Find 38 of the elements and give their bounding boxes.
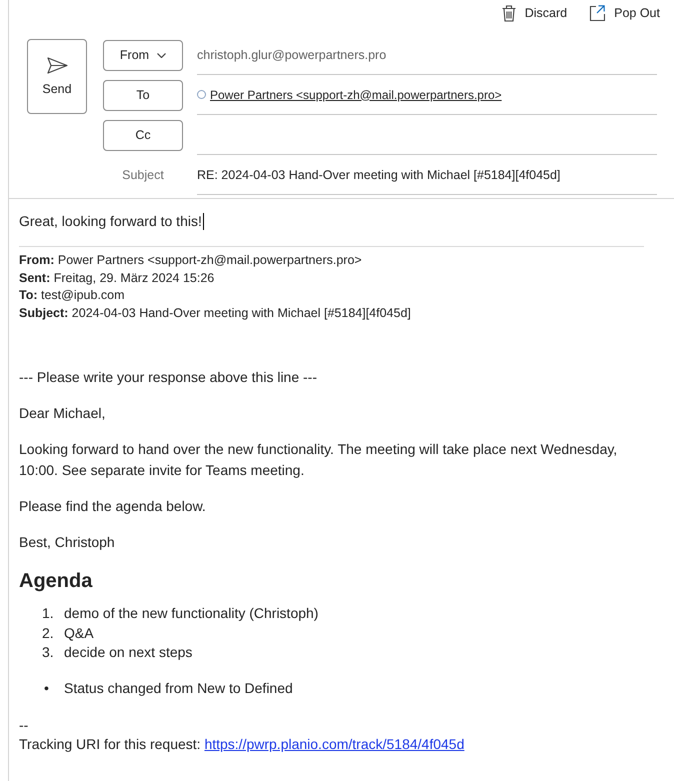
subject-label: Subject (122, 168, 164, 182)
quoted-header-line: Sent: Freitag, 29. März 2024 15:26 (19, 270, 216, 287)
body-paragraph: Looking forward to hand over the new functionality. The meeting will take place next Wednesday, 10:00. See separate invite for Teams meeting. (19, 440, 618, 480)
body-paragraph: Please find the agenda below. (19, 497, 207, 516)
text-cursor-icon (202, 212, 204, 230)
from-button[interactable]: From (103, 40, 183, 70)
from-address: christoph.glur@powerpartners.pro (197, 48, 386, 62)
signature-separator: -- (19, 716, 30, 735)
list-number: 3. (41, 643, 55, 662)
quoted-header-line: From: Power Partners <support-zh@mail.powerpartners.pro> (19, 252, 363, 269)
to-button[interactable]: To (103, 80, 183, 110)
tracking-label: Tracking URI for this request: (19, 736, 201, 752)
reply-text: Great, looking forward to this! (19, 213, 202, 229)
list-item-text: decide on next steps (64, 643, 192, 662)
discard-button[interactable]: Discard (502, 4, 568, 22)
bullet-marker: • (43, 678, 50, 698)
list-item-text: Q&A (64, 624, 94, 643)
agenda-heading: Agenda (19, 569, 94, 594)
body-paragraph: --- Please write your response above this line --- (19, 368, 318, 387)
quoted-header-line: Subject: 2024-04-03 Hand-Over meeting with Michael [#5184][4f045d] (19, 304, 412, 322)
cc-button[interactable]: Cc (103, 120, 183, 150)
chevron-down-icon (157, 52, 166, 58)
circle-icon (197, 90, 206, 99)
quoted-header-line: To: test@ipub.com (19, 287, 126, 304)
pop-out-button[interactable]: Pop Out (589, 5, 660, 21)
send-button[interactable]: Send (27, 39, 87, 114)
body-paragraph: Dear Michael, (19, 404, 106, 423)
pop-out-icon (589, 5, 606, 21)
list-number: 2. (41, 624, 55, 642)
list-item-text: demo of the new functionality (Christoph) (64, 604, 318, 623)
tracking-link[interactable]: https://pwrp.planio.com/track/5184/4f045d (204, 736, 464, 752)
list-item-text: Status changed from New to Defined (64, 678, 293, 698)
send-icon (46, 57, 68, 74)
list-number: 1. (41, 604, 55, 623)
subject-field[interactable]: RE: 2024-04-03 Hand-Over meeting with Michael [#5184][4f045d] (197, 155, 657, 195)
recipient-link[interactable]: Power Partners <support-zh@mail.powerpartners.pro> (210, 88, 502, 102)
trash-icon (502, 4, 516, 22)
body-paragraph: Best, Christoph (19, 533, 116, 552)
